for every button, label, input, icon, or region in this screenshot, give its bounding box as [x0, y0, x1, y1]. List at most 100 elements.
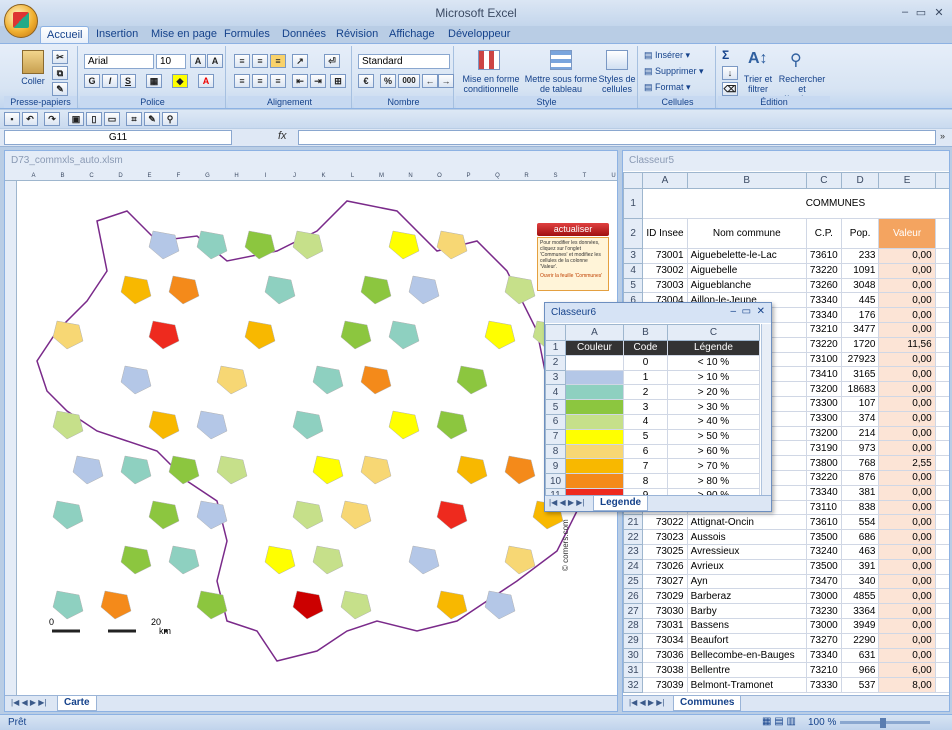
cell-cp[interactable]: 73500: [805, 529, 842, 545]
col-header[interactable]: A: [642, 172, 688, 189]
row-header[interactable]: 21: [623, 514, 644, 531]
cell-pop[interactable]: 768: [840, 455, 880, 471]
cell-valeur[interactable]: 0,00: [878, 425, 936, 442]
cell-cp[interactable]: 73000: [805, 588, 842, 605]
cell-pop[interactable]: 686: [840, 529, 880, 545]
col-header[interactable]: D: [840, 172, 880, 189]
cell-valeur[interactable]: 0,00: [878, 514, 936, 531]
format-painter-icon[interactable]: ✎: [52, 82, 68, 96]
commune-zone[interactable]: [52, 590, 84, 620]
cell-valeur[interactable]: 0,00: [878, 543, 936, 560]
cell-nom[interactable]: Avressieux: [686, 543, 807, 560]
cell-nom[interactable]: Aigueblanche: [686, 277, 807, 294]
commune-zone[interactable]: [72, 455, 104, 485]
cell-nom[interactable]: Belmont-Tramonet: [686, 677, 807, 693]
format-as-table-icon[interactable]: [550, 50, 572, 70]
cell-pop[interactable]: 631: [840, 647, 880, 664]
cell-pop[interactable]: 3949: [840, 617, 880, 634]
commune-zone[interactable]: [52, 500, 84, 530]
cell-cp[interactable]: 73000: [805, 617, 842, 634]
currency-icon[interactable]: €: [358, 74, 374, 88]
cell-id[interactable]: 73039: [642, 677, 688, 693]
legend-code[interactable]: 7: [623, 458, 668, 475]
align-left-icon[interactable]: ≡: [234, 74, 250, 88]
cell-pop[interactable]: 876: [840, 469, 880, 486]
cell-extra[interactable]: [934, 425, 949, 442]
new-icon[interactable]: ▯: [86, 112, 102, 126]
font-name-select[interactable]: Arial: [84, 54, 154, 69]
row-header[interactable]: 23: [623, 543, 644, 560]
tab-insertion[interactable]: Insertion: [90, 26, 144, 44]
cell-valeur[interactable]: 0,00: [878, 395, 936, 412]
row-header[interactable]: 28: [623, 617, 644, 634]
commune-map[interactable]: [17, 181, 617, 697]
cell-valeur[interactable]: 11,56: [878, 336, 936, 353]
cell-id[interactable]: 73023: [642, 529, 688, 545]
cell-id[interactable]: 73003: [642, 277, 688, 294]
minimize-icon[interactable]: –: [898, 6, 912, 18]
cell-cp[interactable]: 73500: [805, 558, 842, 575]
maximize-icon[interactable]: ▭: [914, 6, 928, 19]
row-header[interactable]: 4: [623, 262, 644, 279]
row-header[interactable]: 31: [623, 662, 644, 679]
grow-font-icon[interactable]: A: [190, 54, 206, 68]
cell-extra[interactable]: [934, 395, 949, 412]
zoom-thumb[interactable]: [880, 718, 886, 728]
format-cells-button[interactable]: ▤ Format ▾: [644, 82, 714, 92]
legend-code[interactable]: 0: [623, 354, 668, 371]
tab-mise-en-page[interactable]: Mise en page: [145, 26, 223, 44]
map-col-header[interactable]: S: [541, 171, 570, 181]
cell-nom[interactable]: Barby: [686, 603, 807, 619]
cell-cp[interactable]: 73200: [805, 425, 842, 442]
zoom-level[interactable]: 100 %: [808, 717, 836, 728]
increase-decimal-icon[interactable]: ←: [422, 74, 438, 88]
col-header[interactable]: E: [878, 172, 936, 189]
corner-cell[interactable]: [623, 172, 644, 189]
cell-nom[interactable]: Bellentre: [686, 662, 807, 679]
cell-cp[interactable]: 73220: [805, 469, 842, 486]
map-col-header[interactable]: F: [164, 171, 193, 181]
align-right-icon[interactable]: ≡: [270, 74, 286, 88]
cell-styles-icon[interactable]: [606, 50, 628, 70]
cell-valeur[interactable]: 6,00: [878, 662, 936, 679]
commune-zone[interactable]: [100, 590, 132, 620]
commune-zone[interactable]: [196, 590, 228, 620]
cell-extra[interactable]: [934, 410, 949, 427]
cell-cp[interactable]: 73220: [805, 262, 842, 279]
paste-button[interactable]: Coller: [16, 76, 50, 86]
indent-increase-icon[interactable]: ⇥: [310, 74, 326, 88]
row-header[interactable]: 26: [623, 588, 644, 605]
col-header[interactable]: B: [623, 324, 668, 341]
name-box[interactable]: G11: [4, 130, 232, 145]
underline-button[interactable]: S: [120, 74, 136, 88]
row-header[interactable]: 4: [545, 384, 566, 401]
close-icon[interactable]: ✕: [932, 6, 946, 19]
commune-zone[interactable]: [120, 455, 152, 485]
map-col-header[interactable]: E: [135, 171, 164, 181]
open-icon[interactable]: ▭: [104, 112, 120, 126]
cell-valeur[interactable]: 0,00: [878, 440, 936, 457]
cell-nom[interactable]: Bassens: [686, 617, 807, 634]
legend-color-swatch[interactable]: [565, 369, 624, 386]
cell-extra[interactable]: [934, 603, 949, 619]
legend-code[interactable]: 8: [623, 473, 668, 489]
format-as-table-button[interactable]: Mettre sous forme de tableau: [524, 74, 598, 94]
cell-extra[interactable]: [934, 617, 949, 634]
copy-icon[interactable]: ⧉: [52, 66, 68, 80]
row-header[interactable]: 5: [623, 277, 644, 294]
cell-cp[interactable]: 73610: [805, 514, 842, 531]
legend-code[interactable]: 1: [623, 369, 668, 386]
cell-pop[interactable]: 27923: [840, 351, 880, 368]
cell-id[interactable]: 73022: [642, 514, 688, 531]
legend-color-swatch[interactable]: [565, 399, 624, 415]
delete-cells-button[interactable]: ▤ Supprimer ▾: [644, 66, 714, 76]
commune-zone[interactable]: [484, 590, 516, 620]
legend-color-swatch[interactable]: [565, 428, 624, 445]
cell-valeur[interactable]: 0,00: [878, 469, 936, 486]
cell-pop[interactable]: 1091: [840, 262, 880, 279]
bold-button[interactable]: G: [84, 74, 100, 88]
cell-valeur[interactable]: 0,00: [878, 647, 936, 664]
tab-developpeur[interactable]: Développeur: [442, 26, 516, 44]
cell-id[interactable]: 73030: [642, 603, 688, 619]
legend-label[interactable]: > 10 %: [667, 369, 760, 386]
